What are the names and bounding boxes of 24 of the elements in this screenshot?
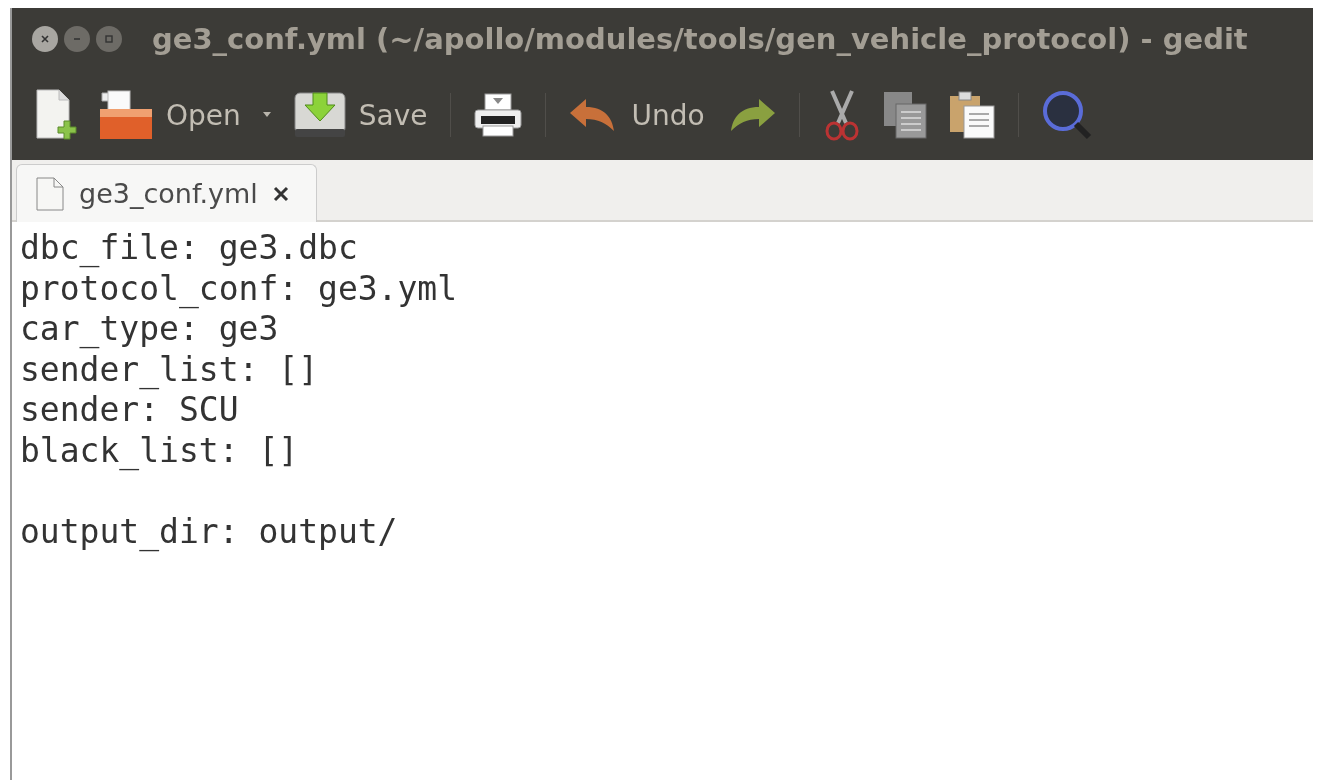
code-line: output_dir: output/ <box>20 511 398 552</box>
undo-button[interactable]: Undo <box>563 91 709 139</box>
close-icon <box>40 34 50 44</box>
save-button[interactable]: Save <box>288 85 432 145</box>
new-document-icon <box>34 87 78 143</box>
code-line: protocol_conf: ge3.yml <box>20 268 458 309</box>
copy-icon <box>881 90 928 140</box>
code-line: car_type: ge3 <box>20 309 279 350</box>
paste-icon <box>947 90 996 140</box>
printer-icon <box>472 92 523 138</box>
document-icon <box>35 175 65 212</box>
code-line: sender_list: [] <box>20 349 318 390</box>
caret-icon <box>260 111 273 119</box>
code-line: dbc_file: ge3.dbc <box>20 228 358 269</box>
close-button[interactable] <box>32 26 58 52</box>
code-line: sender: SCU <box>20 390 239 431</box>
close-tab-icon[interactable] <box>271 184 290 203</box>
folder-icon <box>98 89 154 141</box>
window-title: ge3_conf.yml (~/apollo/modules/tools/gen_vehicle_protocol) - gedit <box>152 22 1248 56</box>
open-button[interactable]: Open <box>94 85 245 145</box>
maximize-icon <box>104 34 114 44</box>
document-tab[interactable]: ge3_conf.yml <box>16 164 317 222</box>
code-line: black_list: [] <box>20 430 299 471</box>
search-icon <box>1040 89 1093 141</box>
